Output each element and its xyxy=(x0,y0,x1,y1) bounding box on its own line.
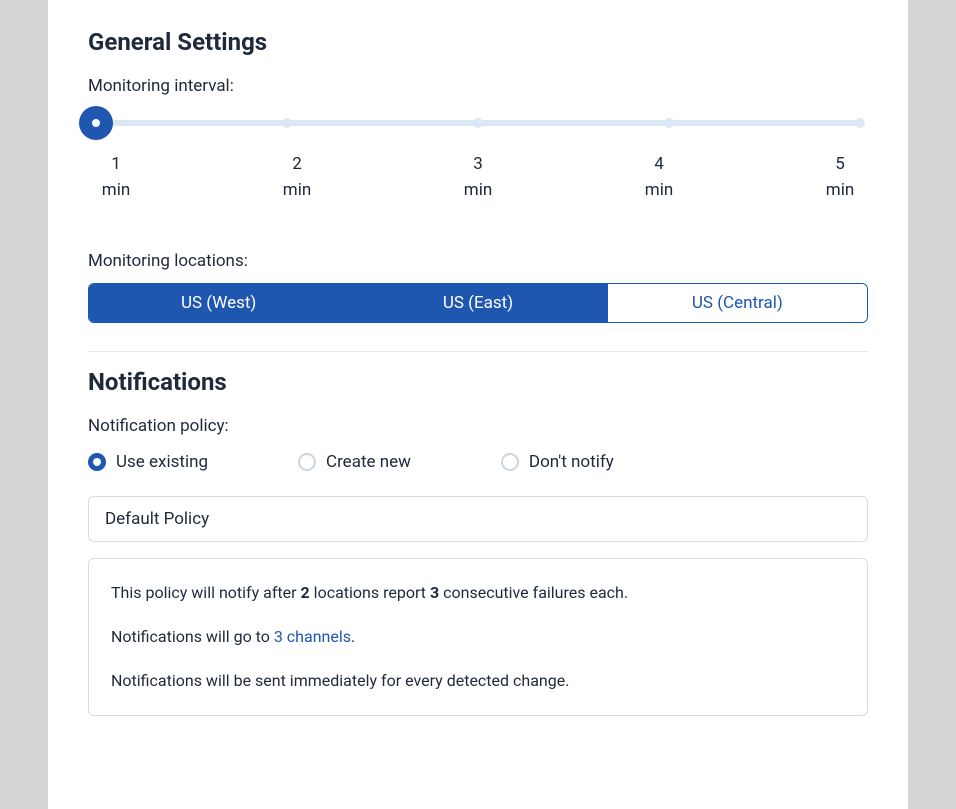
notification-policy-radios: Use existing Create new Don't notify xyxy=(88,452,868,472)
general-settings-heading: General Settings xyxy=(88,28,868,56)
radio-label: Use existing xyxy=(116,452,208,472)
location-button-us-west[interactable]: US (West) xyxy=(89,284,348,322)
policy-description-line-1: This policy will notify after 2 location… xyxy=(111,581,845,605)
radio-create-new[interactable]: Create new xyxy=(298,452,411,472)
slider-tick xyxy=(664,118,674,128)
policy-description-box: This policy will notify after 2 location… xyxy=(88,558,868,716)
slider-label: 3 min xyxy=(450,152,506,203)
location-button-us-east[interactable]: US (East) xyxy=(348,284,607,322)
slider-tick xyxy=(282,118,292,128)
radio-icon xyxy=(88,453,106,471)
slider-label: 1 min xyxy=(88,152,144,203)
location-button-us-central[interactable]: US (Central) xyxy=(608,284,867,322)
notifications-heading: Notifications xyxy=(88,368,868,396)
slider-tick xyxy=(855,118,865,128)
notification-policy-label: Notification policy: xyxy=(88,416,868,436)
monitoring-locations-group: US (West) US (East) US (Central) xyxy=(88,283,868,323)
monitoring-interval-label: Monitoring interval: xyxy=(88,76,868,96)
slider-handle[interactable] xyxy=(79,106,113,140)
section-divider xyxy=(88,351,868,352)
settings-panel: General Settings Monitoring interval: 1 … xyxy=(48,0,908,809)
policy-description-line-3: Notifications will be sent immediately f… xyxy=(111,669,845,693)
radio-label: Don't notify xyxy=(529,452,614,472)
slider-labels: 1 min 2 min 3 min 4 min 5 min xyxy=(88,152,868,203)
monitoring-locations-label: Monitoring locations: xyxy=(88,251,868,271)
radio-dont-notify[interactable]: Don't notify xyxy=(501,452,614,472)
slider-label: 2 min xyxy=(269,152,325,203)
monitoring-interval-slider[interactable]: 1 min 2 min 3 min 4 min 5 min xyxy=(88,120,868,203)
slider-label: 4 min xyxy=(631,152,687,203)
radio-icon xyxy=(298,453,316,471)
radio-icon xyxy=(501,453,519,471)
radio-label: Create new xyxy=(326,452,411,472)
channels-link[interactable]: 3 channels xyxy=(274,627,351,646)
radio-use-existing[interactable]: Use existing xyxy=(88,452,208,472)
slider-tick xyxy=(473,118,483,128)
slider-label: 5 min xyxy=(812,152,868,203)
policy-select[interactable]: Default Policy xyxy=(88,496,868,542)
slider-track[interactable] xyxy=(96,120,860,126)
policy-description-line-2: Notifications will go to 3 channels. xyxy=(111,625,845,649)
